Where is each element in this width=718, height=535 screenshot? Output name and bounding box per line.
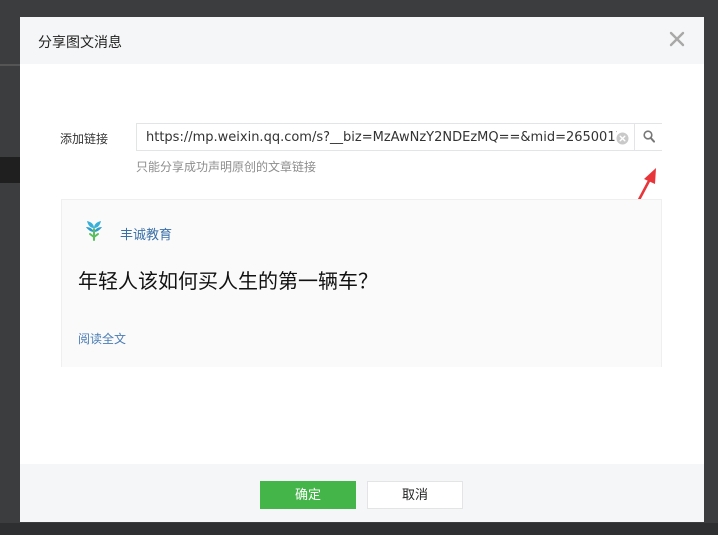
dialog-title: 分享图文消息 — [38, 35, 122, 51]
link-input-group — [136, 123, 662, 151]
read-more-link[interactable]: 阅读全文 — [78, 330, 126, 347]
link-input[interactable] — [137, 124, 617, 150]
search-button[interactable] — [634, 124, 662, 150]
add-link-label: 添加链接 — [60, 132, 109, 146]
backdrop-bottom — [0, 523, 718, 535]
article-title: 年轻人该如何买人生的第一辆车？ — [78, 269, 378, 293]
account-logo-icon — [86, 221, 102, 241]
cancel-button[interactable]: 取消 — [367, 481, 463, 509]
confirm-button[interactable]: 确定 — [260, 481, 356, 509]
close-icon[interactable] — [668, 30, 686, 48]
link-hint: 只能分享成功声明原创的文章链接 — [136, 160, 317, 174]
share-article-dialog: 分享图文消息 添加链接 只能分享成功声明原创的文章链接 — [20, 17, 704, 522]
article-preview-card: 丰诚教育 年轻人该如何买人生的第一辆车？ 阅读全文 — [61, 199, 662, 367]
backdrop-strip — [0, 64, 20, 66]
search-icon — [643, 130, 655, 143]
backdrop-strip-dark — [0, 157, 20, 183]
dialog-header: 分享图文消息 — [20, 17, 704, 64]
account-name: 丰诚教育 — [120, 228, 173, 243]
dialog-footer: 确定 取消 — [20, 464, 704, 522]
clear-icon[interactable] — [616, 130, 629, 145]
